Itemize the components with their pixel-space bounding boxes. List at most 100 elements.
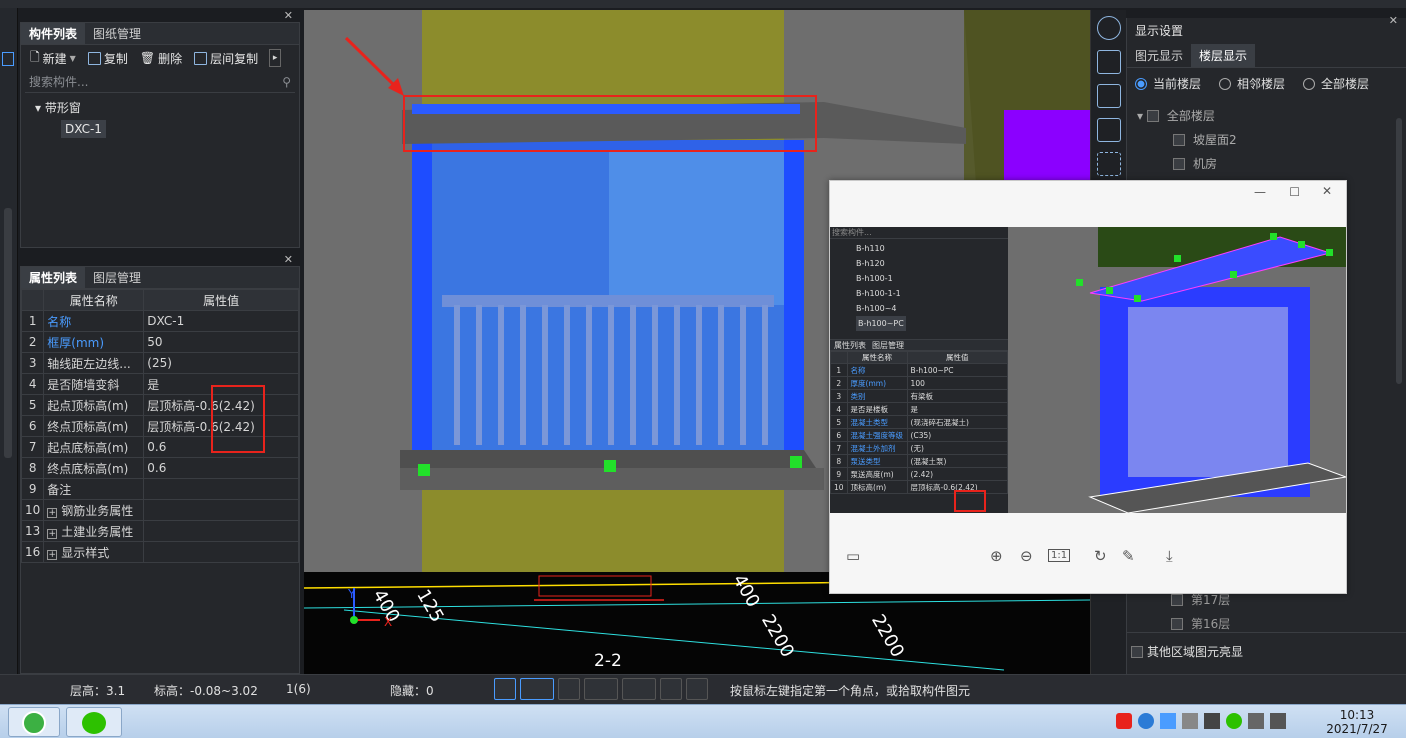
prop-value[interactable]: DXC-1 [143, 310, 299, 332]
tab-component-list[interactable]: 构件列表 [21, 23, 86, 44]
more-chevron-icon[interactable]: ▸ [269, 49, 282, 67]
table-row[interactable]: 9 泵送高度(m) (2.42) [830, 467, 1009, 481]
tab-drawing-manage[interactable]: 图纸管理 [85, 23, 149, 44]
table-row[interactable]: 4 是否是楼板是 [830, 402, 1009, 416]
table-row[interactable]: 3 轴线距左边线... (25) [20, 352, 299, 374]
ortho-icon[interactable] [494, 678, 516, 700]
offset-icon[interactable] [622, 678, 656, 700]
floor-tree: ▾ 全部楼层 坡屋面2 机房 [1127, 98, 1406, 176]
checkbox[interactable] [1146, 110, 1159, 122]
tab-property-list[interactable]: 属性列表 [21, 267, 86, 288]
close-icon[interactable]: ✕ [1322, 184, 1332, 198]
layers-icon[interactable] [2, 52, 14, 66]
row-number: 9 [20, 478, 45, 500]
radio-adjacent-floor[interactable]: 相邻楼层 [1219, 75, 1285, 92]
table-row[interactable]: 13 + 土建业务属性 [20, 520, 299, 542]
delete-button[interactable]: 🗑 删除 [135, 50, 187, 67]
table-row[interactable]: 3 类别 有梁板 [830, 389, 1009, 403]
table-row[interactable]: 2 框厚(mm) 50 [20, 331, 299, 353]
inner-3d-view [1008, 227, 1346, 513]
copy-button[interactable]: 复制 [83, 50, 133, 67]
floor-copy-button[interactable]: 层间复制 [189, 50, 263, 67]
table-row[interactable]: 9 备注 [20, 478, 299, 500]
inner-panel: 搜索构件... B-h110 B-h120 B-h100-1 B-h100-1-1 B-… [830, 227, 1009, 513]
tray-app-icon[interactable] [1182, 713, 1198, 729]
prop-value[interactable]: 0.6 [143, 457, 299, 479]
table-row[interactable]: 7 混凝土外加剂 (无) [830, 441, 1009, 455]
wechat-tray-icon[interactable] [1226, 713, 1242, 729]
clock[interactable]: 10:13 2021/7/27 [1322, 708, 1392, 736]
list-item[interactable]: B-h100~PC [856, 316, 906, 331]
tray-app-icon[interactable] [1138, 713, 1154, 729]
radio-all-floors[interactable]: 全部楼层 [1303, 75, 1369, 92]
minimize-icon[interactable]: — [1254, 185, 1266, 199]
tab-element-display[interactable]: 图元显示 [1127, 44, 1191, 67]
download-icon[interactable]: ⤓ [1166, 547, 1173, 565]
curve-icon[interactable] [686, 678, 708, 700]
tree-root[interactable]: ▾ 全部楼层 [1137, 104, 1406, 128]
list-item[interactable]: B-h110 [856, 241, 1008, 256]
2d-view-icon[interactable] [1096, 50, 1121, 74]
table-row[interactable]: 1 名称 DXC-1 [20, 310, 299, 332]
select-box-icon[interactable] [520, 678, 554, 700]
prop-value[interactable]: (25) [143, 352, 299, 374]
zoom-in-icon[interactable]: ⊕ [990, 547, 1003, 565]
fullscreen-icon[interactable] [1096, 152, 1121, 176]
highlight-other-area[interactable]: 其他区域图元亮显 [1127, 632, 1406, 674]
table-row[interactable]: 5 混凝土类型 (现浇碎石混凝土) [830, 415, 1009, 429]
list-item[interactable]: B-h100-1 [856, 271, 1008, 286]
radio-current-floor[interactable]: 当前楼层 [1135, 75, 1201, 92]
snapshot-icon[interactable] [660, 678, 682, 700]
scrollbar[interactable] [1396, 118, 1402, 384]
zoom-out-icon[interactable]: ⊖ [1020, 547, 1033, 565]
table-row[interactable]: 2 厚度(mm) 100 [830, 376, 1009, 390]
table-row[interactable]: 1 名称 B-h100~PC [830, 363, 1009, 377]
taskbar-app-wechat[interactable] [66, 707, 122, 737]
close-icon[interactable]: ✕ [1389, 8, 1398, 34]
prop-name: 框厚(mm) [43, 331, 145, 353]
tray-app-icon[interactable] [1160, 713, 1176, 729]
prop-value[interactable] [143, 478, 299, 500]
prop-value[interactable] [143, 499, 299, 521]
left-scrollbar[interactable] [4, 208, 12, 458]
close-icon[interactable]: ✕ [284, 253, 293, 266]
list-item[interactable]: B-h100~4 [856, 301, 1008, 316]
table-row[interactable]: 8 终点底标高(m) 0.6 [20, 457, 299, 479]
tab-layer-manage[interactable]: 图层管理 [85, 267, 149, 288]
prop-value[interactable]: 50 [143, 331, 299, 353]
rotate-icon[interactable]: ↻ [1094, 547, 1107, 565]
tray-app-icon[interactable] [1204, 713, 1220, 729]
component-search[interactable]: 搜索构件... ⚲ [25, 71, 295, 93]
new-button[interactable]: 🗋 新建 ▼ [25, 48, 81, 69]
list-item[interactable]: B-h120 [856, 256, 1008, 271]
angle-icon[interactable] [584, 678, 618, 700]
3d-box-icon[interactable] [1096, 84, 1121, 108]
prop-value[interactable] [143, 520, 299, 542]
floor-item[interactable]: 坡屋面2 [1137, 128, 1406, 152]
floor-item[interactable]: 机房 [1137, 152, 1406, 176]
3d-solid-icon[interactable] [1096, 118, 1121, 142]
ime-icon[interactable] [1116, 713, 1132, 729]
table-row[interactable]: 8 泵送类型 (混凝土泵) [830, 454, 1009, 468]
cross-icon[interactable] [558, 678, 580, 700]
actual-size-button[interactable]: 1:1 [1048, 549, 1071, 562]
table-row[interactable]: 10 + 钢筋业务属性 [20, 499, 299, 521]
expand-icon[interactable]: + [47, 507, 58, 518]
edit-pencil-icon[interactable]: ✎ [1122, 547, 1135, 565]
volume-icon[interactable] [1270, 713, 1286, 729]
thumbnail-icon[interactable]: ▭ [846, 547, 860, 565]
tree-item-dxc1[interactable]: DXC-1 [61, 120, 106, 138]
network-icon[interactable] [1248, 713, 1264, 729]
maximize-icon[interactable]: ☐ [1289, 185, 1300, 199]
expand-icon[interactable]: + [47, 528, 58, 539]
tab-floor-display[interactable]: 楼层显示 [1191, 44, 1256, 67]
expand-icon[interactable]: + [47, 549, 58, 560]
tree-group[interactable]: ▾ 带形窗 [21, 93, 299, 116]
prop-value[interactable] [143, 541, 299, 563]
close-icon[interactable]: ✕ [284, 9, 293, 22]
list-item[interactable]: B-h100-1-1 [856, 286, 1008, 301]
table-row[interactable]: 6 混凝土强度等级 (C35) [830, 428, 1009, 442]
taskbar-app-browser[interactable] [8, 707, 60, 737]
table-row[interactable]: 16 + 显示样式 [20, 541, 299, 563]
orbit-icon[interactable] [1096, 16, 1121, 40]
